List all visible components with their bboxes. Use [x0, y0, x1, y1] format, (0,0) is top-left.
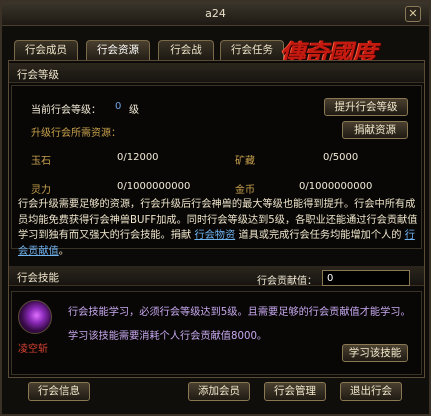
- resource-value-gold: 0/1000000000: [299, 181, 373, 192]
- guild-info-button[interactable]: 行会信息: [28, 382, 90, 401]
- skill-cost-text: 学习该技能需要消耗个人行会贡献值8000。: [68, 331, 268, 342]
- current-level-value: 0: [115, 101, 122, 112]
- guild-level-description: 行会升级需要足够的资源，行会升级后行会神兽的最大等级也能得到提升。行会中所有成员…: [18, 197, 423, 259]
- resource-value-jade: 0/12000: [117, 152, 159, 163]
- upgrade-guild-button[interactable]: 提升行会等级: [324, 98, 408, 116]
- skill-requirement-text: 行会技能学习，必须行会等级达到5级。且需要足够的行会贡献值才能学习。: [68, 307, 411, 318]
- guild-level-title: 行会等级: [17, 69, 59, 81]
- donate-resources-button[interactable]: 捐献资源: [342, 121, 408, 139]
- close-icon[interactable]: ✕: [405, 6, 421, 22]
- guild-level-header: 行会等级: [9, 63, 424, 83]
- learn-skill-button[interactable]: 学习该技能: [342, 344, 408, 362]
- current-level-label: 当前行会等级：: [31, 105, 101, 116]
- add-member-button[interactable]: 添加会员: [188, 382, 250, 401]
- description-end: 。: [58, 245, 69, 257]
- resource-value-ore: 0/5000: [323, 152, 359, 163]
- tab-guild-war[interactable]: 行会战: [158, 40, 214, 60]
- leave-guild-button[interactable]: 退出行会: [340, 382, 402, 401]
- window-title: a24: [205, 7, 226, 20]
- title-bar[interactable]: a24 ✕: [2, 2, 429, 26]
- guild-manage-button[interactable]: 行会管理: [264, 382, 326, 401]
- guild-goods-link[interactable]: 行会物资: [194, 230, 235, 241]
- resource-name-ore: 矿藏: [235, 156, 255, 167]
- resource-name-gold: 金币: [235, 185, 255, 196]
- tab-guild-members[interactable]: 行会成员: [14, 40, 78, 60]
- tab-guild-tasks[interactable]: 行会任务: [220, 40, 284, 60]
- resource-name-jade: 玉石: [31, 156, 51, 167]
- guild-window: a24 ✕ 行会成员 行会资源 行会战 行会任务 傳奇國度 online 行会等…: [0, 0, 431, 416]
- resource-value-spirit: 0/1000000000: [117, 181, 191, 192]
- current-level-unit: 级: [129, 105, 139, 116]
- upgrade-resources-label: 升级行会所需资源：: [31, 128, 121, 139]
- skill-name: 凌空斩: [18, 344, 48, 355]
- description-text-2: 道具或完成行会任务均能增加个人的: [238, 230, 402, 241]
- contribution-field[interactable]: [322, 270, 410, 286]
- lingkongzhan-skill-icon[interactable]: [18, 300, 52, 334]
- tab-guild-resources[interactable]: 行会资源: [86, 40, 150, 60]
- resource-name-spirit: 灵力: [31, 185, 51, 196]
- bottom-button-bar: 行会信息 添加会员 行会管理 退出行会: [2, 380, 429, 414]
- guild-skill-title: 行会技能: [17, 272, 59, 284]
- contribution-label: 行会贡献值：: [257, 276, 317, 287]
